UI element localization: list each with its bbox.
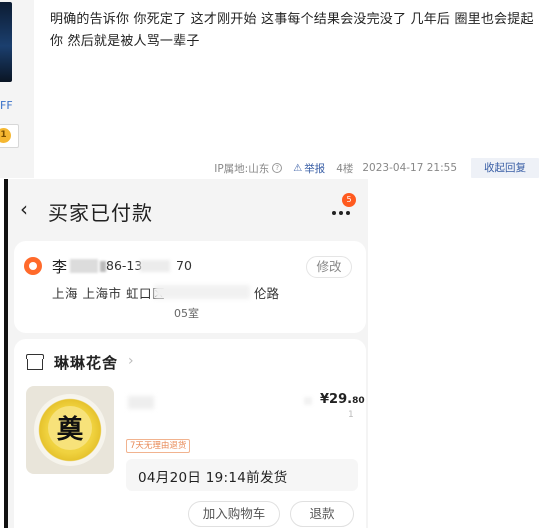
address-room: 05室 (174, 307, 199, 320)
warning-icon: ⚠ (293, 162, 303, 174)
price-main: ¥29. (320, 392, 353, 407)
recipient-name: 李 (52, 258, 68, 276)
avatar[interactable] (0, 2, 12, 82)
price-cents: 80 (352, 396, 365, 406)
order-card: 琳琳花舍 › 奠 ¥29.80 1 7天无理由退货 04月20日 19:14前发… (14, 339, 366, 528)
redacted-name (70, 259, 98, 273)
message-count-badge: 5 (342, 193, 356, 207)
phone-frame: ‹ 买家已付款 5 李 86-13 70 修改 上海 上海市 虹口区 伦路 05… (4, 179, 368, 528)
shop-name[interactable]: 琳琳花舍 (54, 352, 118, 373)
forum-post: FF 1 明确的告诉你 你死定了 这才刚开始 这事每个结果会没完没了 几年后 圈… (0, 0, 553, 178)
report-link[interactable]: ⚠ 举报 (293, 161, 325, 176)
shipping-notice: 04月20日 19:14前发货 (126, 459, 358, 491)
shop-icon (26, 354, 44, 370)
product-price: ¥29.80 (320, 392, 365, 407)
floor-number: 4楼 (336, 162, 354, 175)
recipient-phone-end: 70 (176, 258, 192, 273)
redacted-product-title (128, 396, 154, 409)
page-title: 买家已付款 (48, 201, 153, 225)
order-header: ‹ 买家已付款 5 (8, 179, 368, 239)
add-to-cart-button[interactable]: 加入购物车 (188, 501, 280, 527)
redacted-mark (304, 397, 312, 405)
edit-address-button[interactable]: 修改 (306, 256, 352, 278)
recipient-phone-start: 86-13 (106, 258, 143, 273)
address-region: 上海 上海市 虹口区 (52, 286, 165, 301)
ip-location-text: IP属地:山东 (214, 162, 270, 175)
author-panel: FF 1 (0, 0, 34, 178)
ip-location: IP属地:山东 ? (214, 161, 283, 176)
author-name-link[interactable]: FF (0, 99, 13, 112)
collapse-reply-button[interactable]: 收起回复 (471, 158, 539, 178)
address-card: 李 86-13 70 修改 上海 上海市 虹口区 伦路 05室 (14, 241, 366, 333)
post-body: 明确的告诉你 你死定了 这才刚开始 这事每个结果会没完没了 几年后 圈里也会提起… (50, 12, 534, 49)
address-road: 伦路 (254, 286, 280, 301)
embedded-phone-screenshot: ‹ 买家已付款 5 李 86-13 70 修改 上海 上海市 虹口区 伦路 05… (0, 179, 553, 528)
redacted-phone (140, 260, 170, 272)
shipping-notice-text: 04月20日 19:14前发货 (138, 470, 288, 486)
location-pin-icon (24, 257, 42, 275)
report-label: 举报 (304, 162, 326, 175)
refund-button[interactable]: 退款 (290, 501, 354, 527)
return-policy-tag: 7天无理由退货 (126, 439, 191, 453)
post-meta-bar: IP属地:山东 ? ⚠ 举报 4楼 2023-04-17 21:55 收起回复 (214, 158, 539, 178)
level-badge: 1 (0, 124, 19, 148)
back-icon[interactable]: ‹ (20, 199, 28, 219)
redacted-street (154, 285, 250, 299)
level-badge-icon: 1 (0, 128, 11, 143)
question-icon[interactable]: ? (272, 163, 283, 173)
post-timestamp: 2023-04-17 21:55 (362, 162, 457, 174)
chevron-right-icon[interactable]: › (128, 353, 134, 369)
product-image[interactable]: 奠 (26, 386, 114, 474)
wreath-character: 奠 (56, 415, 83, 445)
product-quantity: 1 (348, 410, 354, 420)
